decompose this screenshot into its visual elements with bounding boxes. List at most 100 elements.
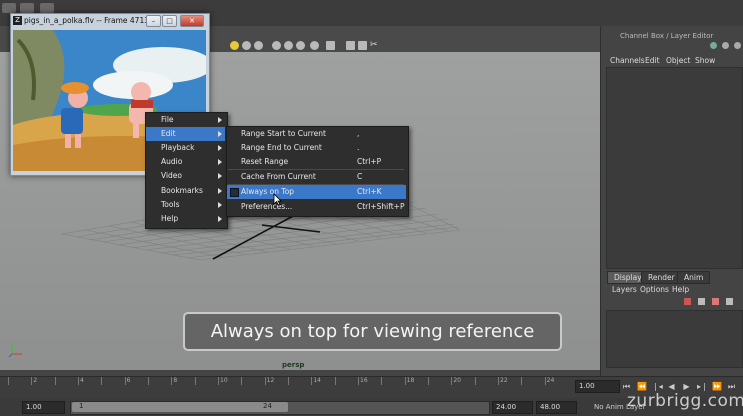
channel-box-menu-object[interactable]: Object [666, 56, 690, 65]
channel-box-menu-show[interactable]: Show [695, 56, 715, 65]
submenu-arrow-icon [218, 145, 222, 151]
shortcut-text: , [357, 129, 360, 138]
step-forward-icon[interactable]: ⏩ [712, 382, 722, 391]
open-icon[interactable] [20, 3, 34, 13]
submenu-arrow-icon [218, 202, 222, 208]
new-layer-selected-icon[interactable] [698, 298, 705, 305]
menu-item-help[interactable]: Help [146, 212, 225, 226]
mouse-cursor-icon [273, 193, 282, 206]
step-back-icon[interactable]: ⏪ [637, 382, 647, 391]
timeline-tick [521, 377, 523, 385]
bookmark-icon[interactable] [358, 41, 367, 50]
channel-box-toggle-icon[interactable] [710, 42, 717, 49]
wireframe-icon[interactable] [254, 41, 263, 50]
camera-label: persp [282, 361, 305, 369]
layer-menu-layers[interactable]: Layers [612, 285, 637, 294]
timeline-tick [474, 377, 476, 385]
menu-item-label: Audio [161, 157, 183, 166]
tool-settings-icon[interactable] [734, 42, 741, 49]
checkbox-icon [230, 188, 239, 197]
tools-icon[interactable]: ✂ [370, 41, 379, 50]
layer-menu-options[interactable]: Options [640, 285, 669, 294]
submenu-item-preferences[interactable]: Preferences... Ctrl+Shift+P [227, 200, 406, 214]
timeline-tick-label: 6 [126, 377, 131, 384]
shortcut-text: . [357, 143, 360, 152]
timeline-tick [381, 377, 383, 385]
channel-box-title: Channel Box / Layer Editor [620, 32, 714, 40]
channel-box-area[interactable] [606, 67, 743, 269]
menu-item-video[interactable]: Video [146, 169, 225, 183]
tutorial-caption: Always on top for viewing reference [183, 312, 562, 351]
shade-icon[interactable] [242, 41, 251, 50]
submenu-item-always-on-top[interactable]: Always on Top Ctrl+K [227, 185, 406, 199]
menu-item-audio[interactable]: Audio [146, 155, 225, 169]
timeline-tick [311, 377, 313, 385]
play-backward-icon[interactable]: ◀ [667, 382, 676, 391]
range-start-field[interactable]: 1.00 [22, 401, 65, 414]
go-to-start-icon[interactable]: ⏮ [622, 382, 631, 391]
timeline-tick-label: 10 [220, 377, 228, 384]
shortcut-text: Ctrl+P [357, 157, 382, 166]
timeline-tick [498, 377, 499, 385]
menu-item-label: Bookmarks [161, 186, 203, 195]
menu-item-tools[interactable]: Tools [146, 198, 225, 212]
range-slider-handle[interactable] [72, 402, 288, 412]
close-button[interactable]: ✕ [180, 15, 204, 27]
menu-item-label: Help [161, 214, 179, 223]
submenu-item-label: Range Start to Current [241, 129, 326, 138]
maximize-button[interactable]: □ [162, 15, 177, 27]
submenu-item-range-end[interactable]: Range End to Current. [227, 141, 406, 155]
channel-box-menu-channels[interactable]: Channels [610, 56, 645, 65]
submenu-arrow-icon [218, 216, 222, 222]
submenu-item-range-start[interactable]: Range Start to Current, [227, 127, 406, 141]
timeline-tick [148, 377, 149, 385]
menu-item-file[interactable]: File [146, 113, 225, 127]
new-layer-icon[interactable] [684, 298, 691, 305]
range-end-field[interactable]: 48.00 [536, 401, 577, 414]
file-icon[interactable] [2, 3, 16, 13]
step-back-key-icon[interactable]: ❘◂ [652, 382, 663, 391]
save-icon[interactable] [40, 3, 54, 13]
submenu-item-label: Preferences... [241, 202, 293, 211]
player-app-icon: Z [13, 16, 22, 25]
timeline-tick-label: 18 [406, 377, 415, 384]
timeline-tick [194, 377, 196, 385]
go-to-end-icon[interactable]: ⏭ [727, 382, 736, 391]
range-end-inner-field[interactable]: 24.00 [492, 401, 533, 414]
timeline-tick [54, 377, 56, 385]
timeline-tick [404, 377, 406, 385]
layer-delete-icon[interactable] [726, 298, 733, 305]
attribute-editor-icon[interactable] [722, 42, 729, 49]
layer-menu-help[interactable]: Help [672, 285, 689, 294]
minimize-button[interactable]: – [146, 15, 161, 27]
submenu-item-reset-range[interactable]: Reset Range Ctrl+P [227, 155, 406, 169]
current-time-field[interactable]: 1.00 [575, 380, 620, 393]
timeline-tick-label: 20 [453, 377, 461, 384]
submenu-item-label: Reset Range [241, 157, 289, 166]
timeline-tick-label: 14 [313, 377, 321, 384]
channel-box-menu-edit[interactable]: Edit [645, 56, 660, 65]
layer-list-area[interactable] [606, 310, 743, 368]
play-forward-icon[interactable]: ▶ [682, 382, 691, 391]
light-icon[interactable] [230, 41, 239, 50]
shadow-icon[interactable] [284, 41, 293, 50]
menu-item-playback[interactable]: Playback [146, 141, 225, 155]
submenu-item-cache-from-current[interactable]: Cache From Current C [227, 170, 406, 184]
xray-icon[interactable] [296, 41, 305, 50]
timeline-tick [241, 377, 243, 385]
layer-tab-anim[interactable]: Anim [677, 271, 711, 284]
submenu-item-label: Cache From Current [241, 172, 316, 181]
layer-options-icon[interactable] [712, 298, 719, 305]
menu-item-edit[interactable]: Edit [146, 127, 225, 141]
texture-icon[interactable] [272, 41, 281, 50]
layer-tab-render[interactable]: Render [641, 271, 682, 284]
menu-item-bookmarks[interactable]: Bookmarks [146, 184, 225, 198]
menu-item-label: Video [161, 171, 183, 180]
shortcut-text: C [357, 172, 363, 181]
camera-icon[interactable] [346, 41, 355, 50]
step-forward-key-icon[interactable]: ▸❘ [697, 382, 708, 391]
grid-icon[interactable] [326, 41, 335, 50]
isolate-icon[interactable] [310, 41, 319, 50]
timeline-tick [334, 377, 336, 385]
submenu-arrow-icon [218, 117, 222, 123]
